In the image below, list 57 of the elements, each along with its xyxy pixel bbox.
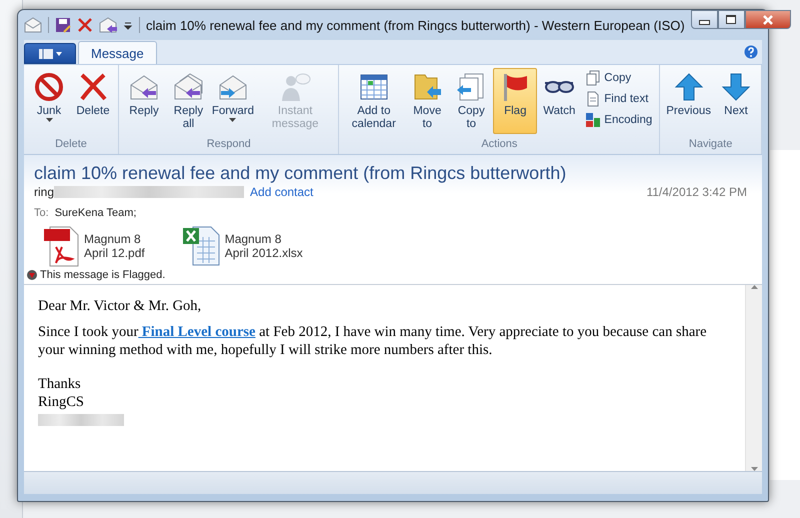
- ribbon-tab[interactable]: Message: [78, 41, 157, 64]
- add-contact-link[interactable]: Add contact: [250, 185, 314, 199]
- ribbon-button[interactable]: Delete: [71, 68, 115, 134]
- ribbon-button[interactable]: Find text: [581, 89, 656, 109]
- group-label: Respond: [206, 138, 252, 152]
- sender-name: ring: [34, 185, 54, 199]
- ribbon-button[interactable]: Copy: [581, 68, 656, 88]
- app-menu-button[interactable]: [24, 43, 76, 64]
- save-icon[interactable]: [55, 17, 71, 33]
- closing-text: Thanks: [38, 375, 81, 393]
- ribbon-button[interactable]: Previous: [663, 68, 714, 134]
- group-label: Navigate: [688, 138, 734, 152]
- ribbon-button[interactable]: Encoding: [581, 110, 656, 130]
- ribbon-button[interactable]: Forward: [210, 68, 255, 134]
- down-arrow-icon: [720, 71, 752, 103]
- ribbon-button[interactable]: Reply all: [166, 68, 211, 134]
- characters-icon: [585, 112, 602, 128]
- menu-icon: [37, 48, 63, 60]
- envelope-icon[interactable]: [24, 17, 42, 33]
- person-bubble-icon: [279, 71, 312, 103]
- maximize-button[interactable]: [718, 10, 745, 29]
- ribbon-button[interactable]: Move to: [405, 68, 450, 134]
- document-icon: [585, 91, 602, 107]
- window-title: claim 10% renewal fee and my comment (from Ringcs butterworth) - Western European (ISO): [146, 18, 685, 32]
- close-icon: [762, 14, 774, 24]
- envelope-arrow-icon[interactable]: [99, 17, 117, 33]
- closing-text: RingCS: [38, 393, 84, 411]
- minimize-button[interactable]: [690, 10, 718, 29]
- scrollbar[interactable]: [745, 285, 762, 471]
- group-label: Delete: [54, 138, 88, 152]
- recipient-name: SureKena Team;: [54, 207, 136, 219]
- ribbon-button[interactable]: Next: [714, 68, 758, 134]
- ribbon-button[interactable]: Add to calendar: [342, 68, 406, 134]
- greeting-text: Dear Mr. Victor & Mr. Goh,: [38, 297, 202, 315]
- close-button[interactable]: [744, 10, 791, 29]
- to-label: To:: [34, 207, 49, 219]
- delete-icon[interactable]: [77, 17, 93, 33]
- message-paragraph: Since I took your Final Level course at Feb 2012, I have win many time. Very appreciate to you because can share your winning method with me, hopefully I will strike more numbers after this.: [38, 323, 708, 359]
- message-date: 11/4/2012 3:42 PM: [646, 185, 747, 199]
- attachment[interactable]: Magnum 8 April 2012.xlsx: [180, 225, 303, 267]
- ribbon-button[interactable]: Copy to: [449, 68, 494, 134]
- up-arrow-icon: [672, 71, 705, 103]
- no-entry-icon: [33, 71, 65, 103]
- message-subject: claim 10% renewal fee and my comment (from Ringcs butterworth): [34, 163, 568, 184]
- help-icon[interactable]: [744, 45, 758, 59]
- ribbon-button[interactable]: Flag: [493, 68, 538, 134]
- course-link[interactable]: Final Level course: [138, 324, 256, 340]
- spreadsheet-file-icon: [180, 225, 221, 267]
- pdf-file-icon: [44, 225, 80, 267]
- ribbon-button[interactable]: Watch: [537, 68, 582, 134]
- group-label: Actions: [480, 138, 518, 152]
- flag-notice: This message is Flagged.: [40, 269, 166, 281]
- ribbon-button[interactable]: Reply: [122, 68, 166, 134]
- documents-icon: [585, 70, 602, 86]
- ribbon-button[interactable]: Junk: [27, 68, 71, 134]
- attachment[interactable]: Magnum 8 April 12.pdf: [44, 225, 145, 267]
- flag-icon: [27, 270, 37, 280]
